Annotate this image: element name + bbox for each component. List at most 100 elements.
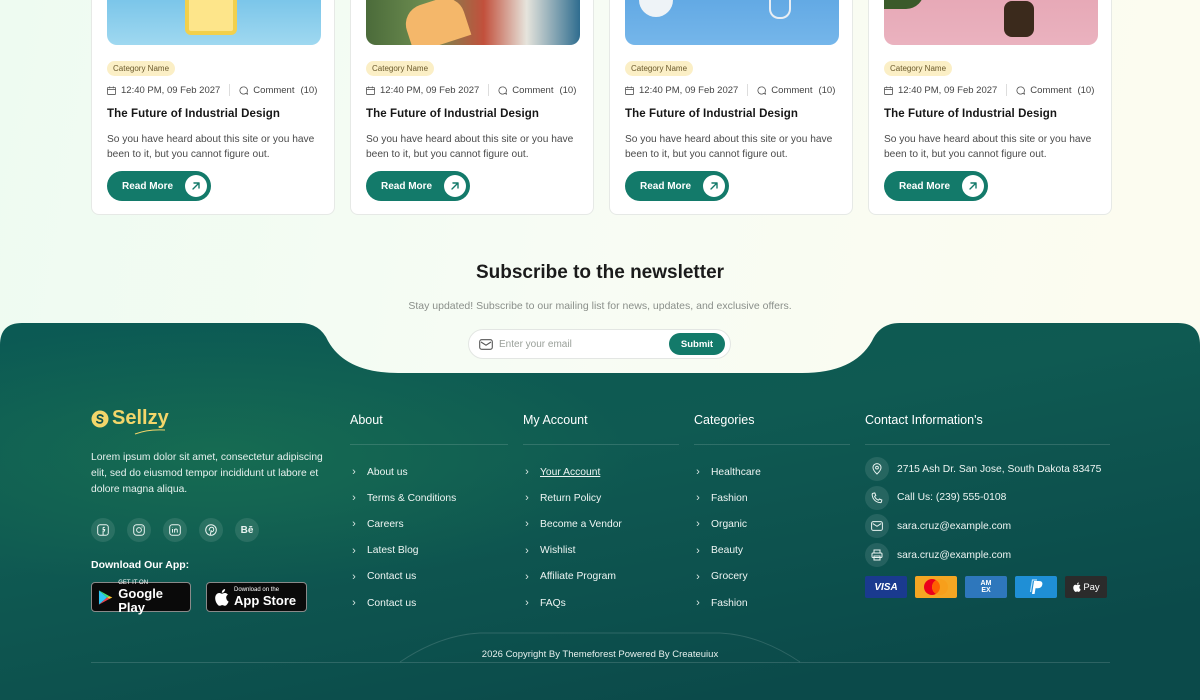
chevron-right-icon: ›: [525, 518, 529, 531]
contact-fax[interactable]: sara.cruz@example.com: [865, 541, 1101, 570]
chevron-right-icon: ›: [525, 597, 529, 610]
read-more-button[interactable]: Read More: [625, 171, 729, 201]
post-excerpt: So you have heard about this site or you…: [366, 134, 574, 160]
footer-link-contact-us[interactable]: › Contact us: [350, 564, 456, 590]
footer-contact-title: Contact Information's: [865, 413, 983, 427]
footer-link-contact-us[interactable]: › Contact us: [350, 590, 456, 616]
read-more-button[interactable]: Read More: [884, 171, 988, 201]
chevron-right-icon: ›: [525, 466, 529, 479]
category-badge[interactable]: Category Name: [625, 61, 694, 76]
app-store-text: App Store: [234, 592, 297, 608]
footer-link-label: Fashion: [711, 597, 748, 609]
chevron-right-icon: ›: [352, 492, 356, 505]
footer-about-title: About: [350, 413, 383, 427]
pinterest-icon[interactable]: [199, 518, 223, 542]
post-meta: 12:40 PM, 09 Feb 2027 Comment (10): [625, 84, 835, 96]
copyright-text: 2026 Copyright By Themeforest Powered By…: [481, 649, 719, 660]
blog-card-image[interactable]: [625, 0, 839, 45]
logo-swoosh: [134, 429, 166, 435]
brand-logo[interactable]: Sellzy: [91, 407, 169, 430]
chevron-right-icon: ›: [352, 466, 356, 479]
post-title[interactable]: The Future of Industrial Design: [884, 108, 1057, 120]
google-play-badge[interactable]: GET IT ON Google Play: [91, 580, 191, 614]
chevron-right-icon: ›: [696, 597, 700, 610]
app-store-badge[interactable]: Download on the App Store: [206, 582, 307, 612]
read-more-label: Read More: [381, 180, 433, 192]
phone-icon: [865, 485, 889, 510]
post-meta: 12:40 PM, 09 Feb 2027 Comment (10): [107, 84, 317, 96]
blog-card-image[interactable]: [884, 0, 1098, 45]
instagram-icon[interactable]: [127, 518, 151, 542]
calendar-icon: [884, 85, 893, 95]
post-title[interactable]: The Future of Industrial Design: [107, 108, 280, 120]
post-excerpt: So you have heard about this site or you…: [107, 134, 315, 160]
footer-link-label: Organic: [711, 518, 748, 530]
post-title[interactable]: The Future of Industrial Design: [366, 108, 539, 120]
contact-address: 2715 Ash Dr. San Jose, South Dakota 8347…: [865, 455, 1101, 484]
divider: [229, 84, 231, 96]
footer-link-careers[interactable]: › Careers: [350, 511, 456, 537]
footer-link-label: Your Account: [540, 466, 601, 478]
footer-link-terms[interactable]: › Terms & Conditions: [350, 485, 456, 511]
post-title[interactable]: The Future of Industrial Design: [625, 108, 798, 120]
footer-link-faqs[interactable]: › FAQs: [523, 590, 622, 616]
footer-link-affiliate[interactable]: › Affiliate Program: [523, 564, 622, 590]
footer-link-organic[interactable]: › Organic: [694, 511, 761, 537]
footer-link-latest-blog[interactable]: › Latest Blog: [350, 538, 456, 564]
footer-account-links: › Your Account › Return Policy › Become a V…: [523, 459, 622, 616]
comment-label: Comment: [771, 84, 813, 96]
footer-link-your-account[interactable]: › Your Account: [523, 459, 622, 485]
footer-link-about-us[interactable]: › About us: [350, 459, 456, 485]
read-more-button[interactable]: Read More: [107, 171, 211, 201]
behance-icon[interactable]: Bē: [235, 518, 259, 542]
footer-link-label: Fashion: [711, 492, 748, 504]
amex-text-top: AM: [980, 580, 992, 587]
arrow-up-right-icon: [703, 175, 725, 197]
footer-link-become-vendor[interactable]: › Become a Vendor: [523, 511, 622, 537]
footer-link-grocery[interactable]: › Grocery: [694, 564, 761, 590]
chevron-right-icon: ›: [525, 544, 529, 557]
footer-categories-title: Categories: [694, 413, 755, 427]
mail-icon: [865, 514, 889, 539]
category-badge[interactable]: Category Name: [107, 61, 176, 76]
footer-link-beauty[interactable]: › Beauty: [694, 538, 761, 564]
footer-link-return-policy[interactable]: › Return Policy: [523, 485, 622, 511]
footer-link-label: Terms & Conditions: [367, 492, 457, 504]
payment-methods: VISA AM EX Pay: [865, 576, 1107, 598]
footer-link-label: Contact us: [367, 571, 417, 583]
comment-label: Comment: [253, 84, 295, 96]
post-date: 12:40 PM, 09 Feb 2027: [639, 84, 739, 96]
read-more-label: Read More: [122, 180, 174, 192]
post-excerpt: So you have heard about this site or you…: [625, 134, 833, 160]
divider: [747, 84, 749, 96]
category-badge[interactable]: Category Name: [366, 61, 435, 76]
blog-card-image[interactable]: [366, 0, 580, 45]
footer-link-fashion[interactable]: › Fashion: [694, 485, 761, 511]
comment-count: (10): [818, 84, 836, 96]
blog-card: Category Name 12:40 PM, 09 Feb 2027 Comm…: [91, 0, 335, 215]
contact-phone[interactable]: Call Us: (239) 555-0108: [865, 484, 1101, 513]
read-more-button[interactable]: Read More: [366, 171, 470, 201]
blog-card-list: Category Name 12:40 PM, 09 Feb 2027 Comm…: [91, 0, 1112, 215]
post-date: 12:40 PM, 09 Feb 2027: [121, 84, 221, 96]
location-icon: [865, 457, 889, 482]
footer-link-label: Healthcare: [711, 466, 761, 478]
facebook-icon[interactable]: [91, 518, 115, 542]
read-more-label: Read More: [899, 180, 951, 192]
footer-link-fashion[interactable]: › Fashion: [694, 590, 761, 616]
visa-icon: VISA: [865, 576, 907, 598]
footer-link-label: Latest Blog: [367, 545, 419, 557]
blog-card-image[interactable]: [107, 0, 321, 45]
category-badge[interactable]: Category Name: [884, 61, 953, 76]
chevron-right-icon: ›: [696, 570, 700, 583]
contact-email[interactable]: sara.cruz@example.com: [865, 512, 1101, 541]
submit-button[interactable]: Submit: [669, 333, 725, 355]
post-meta: 12:40 PM, 09 Feb 2027 Comment (10): [884, 84, 1094, 96]
footer-link-wishlist[interactable]: › Wishlist: [523, 538, 622, 564]
footer-link-healthcare[interactable]: › Healthcare: [694, 459, 761, 485]
chevron-right-icon: ›: [696, 492, 700, 505]
email-input[interactable]: [499, 338, 669, 350]
newsletter-title: Subscribe to the newsletter: [475, 262, 725, 283]
linkedin-icon[interactable]: [163, 518, 187, 542]
mail-icon: [479, 338, 493, 350]
